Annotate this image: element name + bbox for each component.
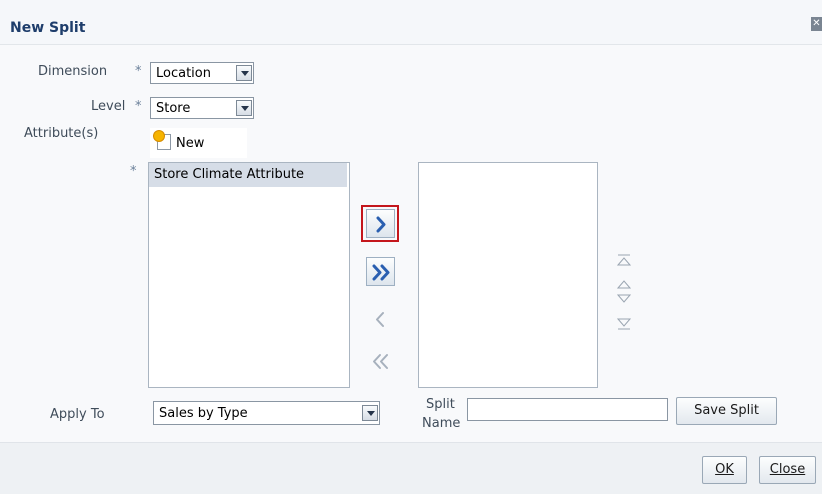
move-right-button[interactable] [366,209,395,238]
split-name-input[interactable] [467,398,668,421]
close-button[interactable]: Close [759,456,816,484]
split-name-label-line2: Name [422,416,461,431]
new-attribute-button[interactable]: New [150,128,247,158]
level-value: Store [156,101,191,116]
attributes-label: Attribute(s) [24,126,99,141]
apply-to-select[interactable]: Sales by Type [153,401,380,425]
dimension-select[interactable]: Location [150,62,254,84]
chevron-down-icon[interactable] [236,100,252,116]
ok-label: OK [715,462,734,477]
dialog-titlebar: New Split ✕ [0,0,822,45]
apply-to-label: Apply To [50,407,105,422]
chevron-right-icon [376,216,386,233]
available-attributes-list[interactable]: Store Climate Attribute [148,162,350,388]
move-down-icon[interactable] [617,294,631,304]
list-item[interactable]: Store Climate Attribute [149,163,347,187]
level-label: Level [91,99,126,114]
required-mark: * [135,99,142,114]
move-to-top-icon[interactable] [617,254,631,266]
split-name-label-line1: Split [426,397,455,412]
required-mark: * [135,64,142,79]
move-all-right-button[interactable] [366,257,395,286]
required-mark: * [130,164,137,179]
move-left-button[interactable] [366,305,395,334]
dialog-title: New Split [10,20,86,36]
move-all-left-button[interactable] [366,347,395,376]
level-select[interactable]: Store [150,97,254,119]
dialog-footer [0,442,822,494]
move-up-icon[interactable] [617,279,631,289]
chevron-down-icon[interactable] [362,405,378,421]
double-chevron-left-icon [373,354,388,369]
apply-to-value: Sales by Type [159,406,248,421]
ok-button[interactable]: OK [702,456,747,484]
chevron-left-icon [376,312,384,327]
move-to-bottom-icon[interactable] [617,318,631,330]
save-split-button[interactable]: Save Split [676,397,777,425]
selected-attributes-list[interactable] [418,162,598,388]
new-button-label: New [176,136,205,151]
new-item-icon [154,131,171,150]
dimension-label: Dimension [38,64,108,79]
close-icon[interactable]: ✕ [811,17,822,31]
list-item-label: Store Climate Attribute [154,167,305,182]
double-chevron-right-icon [372,264,390,281]
dimension-value: Location [156,66,211,81]
chevron-down-icon[interactable] [236,65,252,81]
close-label: Close [769,462,806,477]
new-split-dialog: New Split ✕ Dimension * Location Level *… [0,0,822,494]
